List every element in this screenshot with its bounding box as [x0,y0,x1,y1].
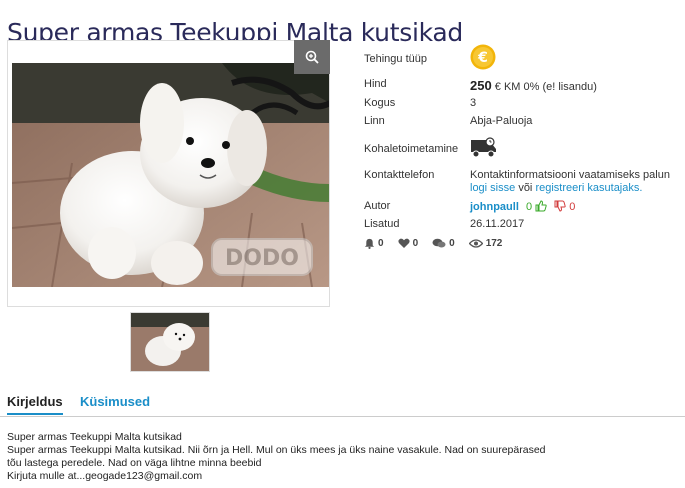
author-value: johnpaull 0 0 [470,200,575,213]
quantity-value: 3 [470,97,477,109]
euro-coin-icon: € [470,44,496,73]
phone-text: Kontaktinformatsiooni vaatamiseks palun [470,169,670,181]
or-text: või [518,182,533,194]
tab-questions[interactable]: Küsimused [80,394,150,409]
phone-label: Kontakttelefon [364,169,435,181]
phone-links: logi sisse või registreeri kasutajaks. [470,182,642,194]
comments-stat[interactable]: 0 [432,238,455,249]
thumbs-down-icon[interactable] [554,200,566,212]
comments-count: 0 [449,238,455,249]
puppy-thumbnail [131,313,209,371]
zoom-icon [305,50,319,64]
notify-stat[interactable]: 0 [364,238,384,249]
heart-count: 0 [412,238,419,249]
description-line: Super armas Teekuppi Malta kutsikad. Nii… [7,444,546,456]
listing-stats: 0 0 0 172 [364,238,502,249]
city-value: Abja-Paluoja [470,115,533,127]
main-photo-frame[interactable]: DODO [7,40,330,307]
bell-count: 0 [378,238,384,249]
price-label: Hind [364,78,387,90]
favorite-stat[interactable]: 0 [397,238,419,249]
views-stat: 172 [468,238,503,249]
zoom-button[interactable] [294,40,330,74]
added-value: 26.11.2017 [470,218,525,230]
price-amount: 250 [470,78,492,93]
eye-icon [468,239,483,248]
login-link[interactable]: logi sisse [470,182,515,194]
price-value: 250 € KM 0% (e! lisandu) [470,78,597,93]
watermark-text: DODO [225,246,299,271]
price-currency: € KM 0% (e! lisandu) [494,81,597,93]
author-negative-count: 0 [569,201,576,213]
heart-icon [397,238,410,248]
views-count: 172 [485,238,503,249]
description-text: Super armas Teekuppi Malta kutsikad Supe… [7,431,567,483]
author-positive-count: 0 [525,201,533,213]
author-label: Autor [364,200,391,212]
quantity-label: Kogus [364,97,396,109]
bell-icon [364,238,375,249]
deal-type-label: Tehingu tüüp [364,53,427,65]
thumbnail-1[interactable] [130,312,210,372]
thumbs-up-icon[interactable] [535,200,547,212]
added-label: Lisatud [364,218,400,230]
comments-icon [432,238,446,248]
delivery-truck-icon [470,137,498,162]
tab-description[interactable]: Kirjeldus [7,394,63,415]
tab-bar: Kirjeldus Küsimused [0,390,685,417]
city-label: Linn [364,115,385,127]
delivery-label: Kohaletoimetamine [364,143,459,155]
description-line: tõu lastega peredele. Nad on väga lihtne… [7,457,262,469]
puppy-photo: DODO [12,63,329,287]
register-link[interactable]: registreeri kasutajaks. [535,182,642,194]
svg-text:€: € [477,50,488,66]
author-link[interactable]: johnpaull [470,201,519,213]
description-line: Kirjuta mulle at...geogade123@gmail.com [7,470,203,482]
description-line: Super armas Teekuppi Malta kutsikad [7,431,182,443]
